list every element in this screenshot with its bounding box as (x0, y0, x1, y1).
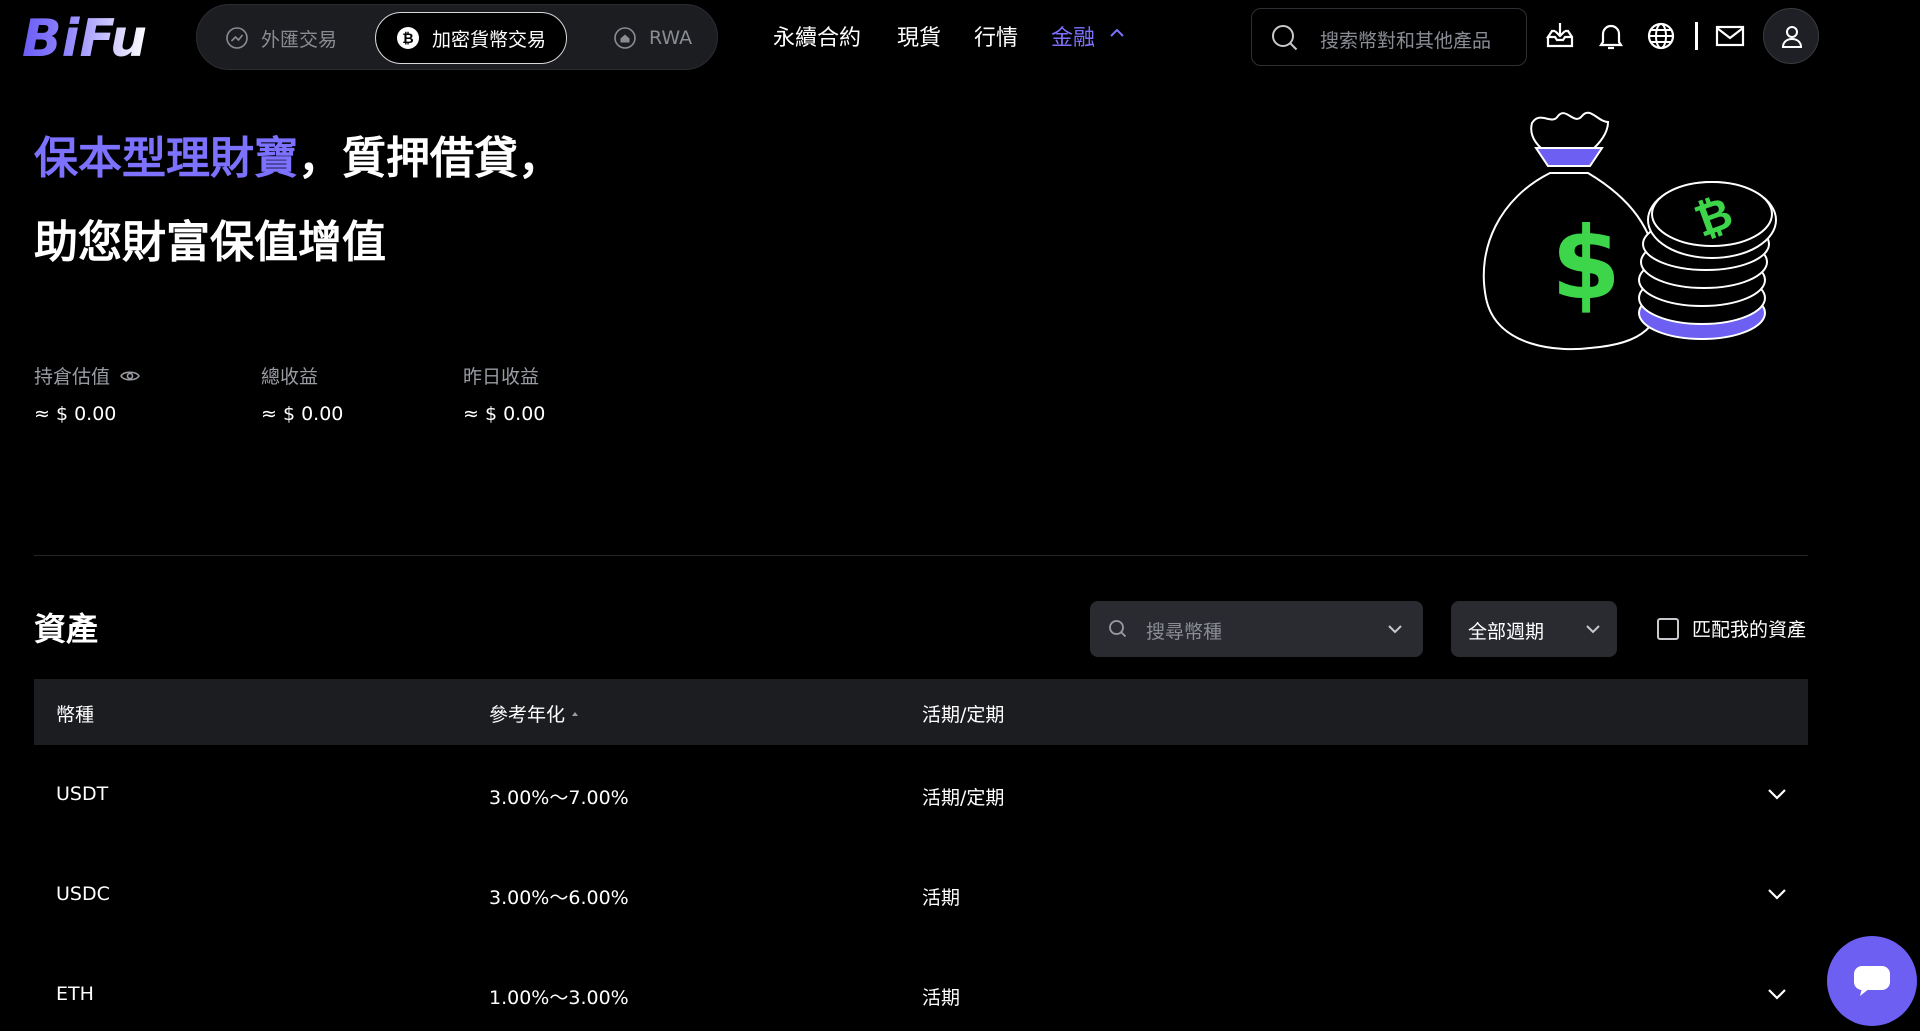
assets-table-header: 幣種 參考年化 活期/定期 (34, 679, 1808, 745)
mode-rwa[interactable]: RWA (593, 12, 712, 64)
chevron-down-icon (1586, 625, 1600, 634)
nav-markets[interactable]: 行情 (974, 20, 1018, 52)
table-row[interactable]: USDT 3.00%～7.00% 活期/定期 (34, 745, 1808, 845)
row-coin: ETH (56, 983, 94, 1005)
global-search-placeholder: 搜索幣對和其他產品 (1320, 30, 1492, 52)
stat-total-earnings-label: 總收益 (261, 366, 319, 388)
trend-icon (226, 27, 248, 49)
chevron-up-icon[interactable] (1109, 27, 1125, 39)
svg-text:₿: ₿ (402, 31, 413, 47)
chat-icon (1854, 966, 1890, 996)
table-row[interactable]: USDC 3.00%～6.00% 活期 (34, 845, 1808, 945)
search-icon (1272, 25, 1298, 51)
row-term: 活期/定期 (922, 787, 1005, 809)
eye-icon[interactable] (120, 369, 140, 383)
stat-total-earnings-value: ≈ $ 0.00 (261, 403, 344, 425)
column-header-term: 活期/定期 (922, 704, 1005, 726)
section-divider (34, 555, 1808, 556)
logo-text: BiFu (22, 10, 147, 64)
sort-asc-icon (572, 711, 579, 716)
hero-line1-rest: ，質押借貸， (298, 133, 562, 184)
search-icon (1109, 620, 1127, 638)
period-select-value: 全部週期 (1468, 621, 1545, 643)
mode-forex[interactable]: 外匯交易 (205, 12, 357, 64)
stat-yesterday-earnings: 昨日收益 ≈ $ 0.00 (463, 362, 545, 425)
hero-highlight: 保本型理財寶 (34, 133, 298, 184)
download-icon[interactable] (1544, 20, 1576, 52)
global-search-input[interactable]: 搜索幣對和其他產品 (1251, 8, 1527, 66)
mode-rwa-label: RWA (649, 27, 693, 49)
home-icon (614, 27, 636, 49)
stat-holdings-label: 持倉估值 (34, 366, 111, 388)
row-coin: USDT (56, 783, 109, 805)
coin-search-input[interactable]: 搜尋幣種 (1090, 601, 1423, 657)
mode-forex-label: 外匯交易 (261, 28, 338, 51)
stat-holdings: 持倉估值 ≈ $ 0.00 (34, 362, 140, 425)
svg-text:$: $ (1551, 205, 1621, 322)
chat-support-button[interactable] (1827, 936, 1917, 1026)
toolbar-divider (1695, 22, 1698, 50)
trading-mode-switcher: 外匯交易 ₿ 加密貨幣交易 RWA (196, 4, 718, 70)
row-term: 活期 (922, 987, 961, 1009)
column-header-coin: 幣種 (56, 704, 95, 726)
hero-title-line1: 保本型理財寶，質押借貸， (34, 122, 562, 186)
row-coin: USDC (56, 883, 110, 905)
match-my-assets-label[interactable]: 匹配我的資產 (1692, 615, 1806, 642)
money-bag-illustration: $ ₿ (1482, 111, 1777, 351)
nav-perpetual[interactable]: 永續合約 (773, 20, 861, 52)
user-avatar-button[interactable] (1763, 8, 1819, 64)
row-term: 活期 (922, 887, 961, 909)
row-apr: 3.00%～7.00% (489, 787, 629, 809)
stat-yesterday-earnings-label: 昨日收益 (463, 366, 540, 388)
mode-crypto[interactable]: ₿ 加密貨幣交易 (375, 12, 568, 64)
stat-total-earnings: 總收益 ≈ $ 0.00 (261, 362, 343, 425)
table-row[interactable]: ETH 1.00%～3.00% 活期 (34, 945, 1808, 1031)
user-icon (1781, 26, 1803, 48)
period-select[interactable]: 全部週期 (1451, 601, 1617, 657)
nav-spot[interactable]: 現貨 (897, 20, 941, 52)
row-apr: 3.00%～6.00% (489, 887, 629, 909)
mode-crypto-label: 加密貨幣交易 (432, 28, 547, 51)
stat-holdings-value: ≈ $ 0.00 (34, 403, 117, 425)
match-my-assets-checkbox[interactable] (1657, 618, 1679, 640)
top-header: BiFu 外匯交易 ₿ 加密貨幣交易 RWA 永續合約 現貨 行情 金融 搜索幣… (0, 0, 1920, 76)
chevron-down-icon (1388, 625, 1402, 634)
hero-title-line2: 助您財富保值增值 (34, 217, 386, 268)
expand-chevron-icon[interactable] (1766, 983, 1788, 1005)
globe-icon[interactable] (1645, 20, 1677, 52)
bifu-logo[interactable]: BiFu (22, 10, 172, 64)
bitcoin-icon: ₿ (397, 27, 419, 49)
expand-chevron-icon[interactable] (1766, 883, 1788, 905)
stat-yesterday-earnings-value: ≈ $ 0.00 (463, 403, 546, 425)
assets-title: 資產 (34, 610, 99, 648)
nav-finance[interactable]: 金融 (1051, 20, 1095, 52)
bell-icon[interactable] (1595, 20, 1627, 52)
expand-chevron-icon[interactable] (1766, 783, 1788, 805)
row-apr: 1.00%～3.00% (489, 987, 629, 1009)
coin-search-placeholder: 搜尋幣種 (1146, 621, 1223, 643)
mail-icon[interactable] (1714, 20, 1746, 52)
column-header-apr[interactable]: 參考年化 (489, 700, 579, 727)
